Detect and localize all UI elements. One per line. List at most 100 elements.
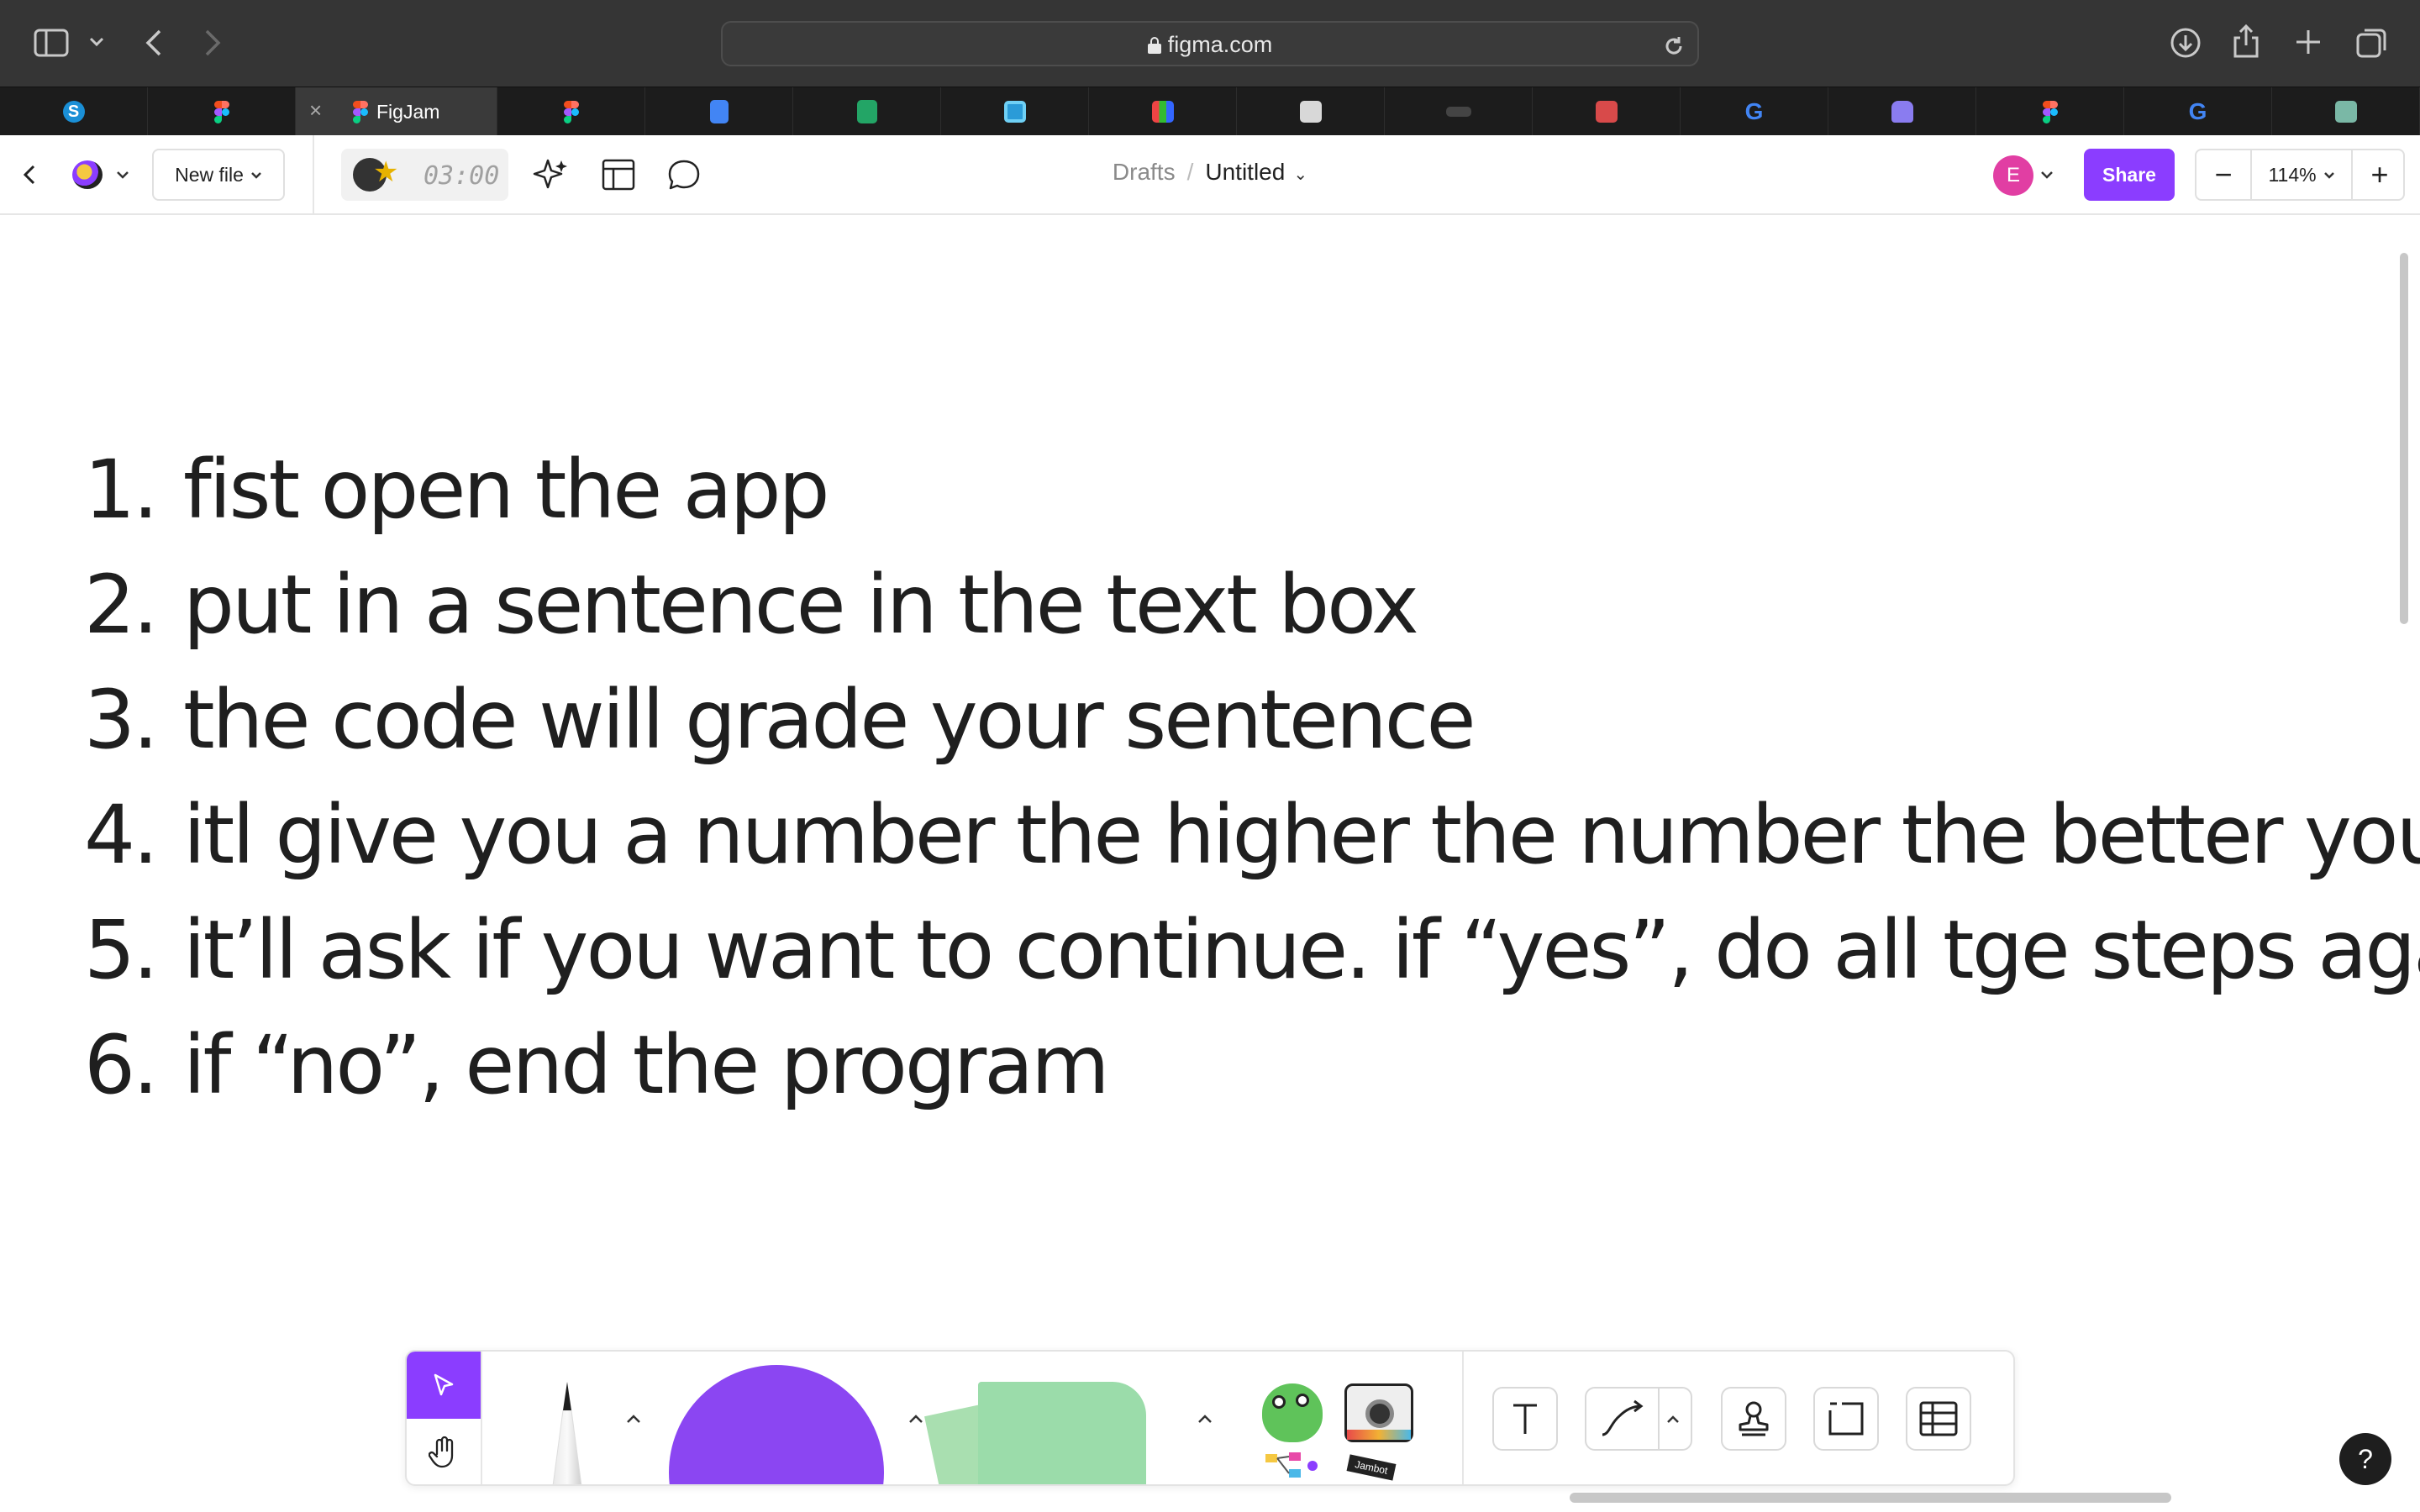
step-text: if “no”, end the program [183,1017,1110,1112]
list-item[interactable]: 4. itl give you a number the higher the n… [84,777,2420,892]
sticky-note-tool-button[interactable] [924,1368,1180,1484]
toolbar-divider [481,1352,482,1484]
step-text: itl give you a number the higher the num… [183,787,2420,882]
chevron-down-icon [2323,171,2334,179]
tab-google-1[interactable]: G [1681,87,1828,136]
camera-sticker-icon [1344,1383,1413,1442]
connector-tool-button[interactable] [1585,1387,1692,1451]
zoom-in-button[interactable]: + [2353,150,2407,199]
marker-icon [552,1382,582,1484]
sticky-note-icon [978,1382,1146,1484]
download-icon[interactable] [2170,27,2202,59]
stickers-tool-button[interactable]: Jambot [1255,1352,1457,1484]
tab-purple-app[interactable] [1828,87,1976,136]
back-icon[interactable] [22,164,37,186]
sidebar-toggle-icon[interactable] [34,29,69,57]
file-title[interactable]: Untitled [1205,159,1285,185]
breadcrumb-drafts[interactable]: Drafts [1113,159,1176,185]
forward-icon[interactable] [203,29,222,57]
section-tool-button[interactable] [1813,1387,1879,1451]
tab-pencil-app[interactable] [1237,87,1385,136]
step-number: 3. [84,672,159,767]
timer-value: 03:00 [424,161,500,191]
tab-red-app[interactable] [1533,87,1681,136]
whiteboard-canvas[interactable]: 1. fist open the app 2. put in a sentence … [0,215,2420,1512]
star-icon: ★ [373,156,399,188]
step-text: the code will grade your sentence [183,672,1476,767]
tab-google-2[interactable]: G [2124,87,2272,136]
tab-figma-1[interactable] [148,87,296,136]
tab-figjam[interactable]: × FigJam [296,87,497,136]
tab-dark-app[interactable] [1385,87,1533,136]
main-menu-button[interactable] [72,159,133,192]
zoom-level: 114% [2268,163,2317,186]
list-item[interactable]: 6. if “no”, end the program [84,1007,2420,1122]
timer-button[interactable]: ★ 03:00 [341,149,508,201]
tab-figma-3[interactable] [1976,87,2124,136]
zoom-out-button[interactable]: − [2196,150,2250,199]
list-item[interactable]: 5. it’ll ask if you want to continue. if … [84,892,2420,1007]
list-item[interactable]: 1. fist open the app [84,432,2420,547]
google-docs-icon [709,100,729,123]
chevron-down-icon[interactable] [89,37,104,47]
horizontal-scrollbar[interactable] [1570,1493,2171,1503]
close-icon[interactable]: × [309,99,322,121]
sticky-options-caret[interactable] [1188,1402,1222,1436]
red-app-icon [1595,101,1618,123]
steps-list[interactable]: 1. fist open the app 2. put in a sentence … [84,432,2420,1122]
chevron-up-icon [909,1415,923,1423]
tab-figma-2[interactable] [497,87,645,136]
tab-blue-app[interactable] [941,87,1089,136]
chevron-down-icon[interactable] [2040,171,2054,179]
share-sheet-icon[interactable] [2232,24,2260,59]
google-icon: G [1744,98,1764,124]
chevron-down-icon [117,171,129,179]
hand-tool-button[interactable] [407,1419,481,1484]
chevron-up-icon [1198,1415,1212,1423]
skype-icon: S [62,101,85,123]
back-icon[interactable] [145,29,163,57]
tab-chatgpt[interactable] [2272,87,2420,136]
zoom-level-dropdown[interactable]: 114% [2250,150,2353,199]
pencil-app-icon [1299,101,1322,123]
tab-grid-app[interactable] [1089,87,1237,136]
text-icon [1513,1404,1537,1434]
templates-icon[interactable] [602,159,635,191]
chevron-up-icon [627,1415,640,1423]
shape-tool-button[interactable] [669,1365,884,1484]
purple-app-icon [1891,101,1913,123]
avatar[interactable]: E [1993,155,2033,196]
share-button[interactable]: Share [2084,149,2175,201]
comment-icon[interactable] [667,159,701,191]
address-bar[interactable]: figma.com [721,21,1699,66]
figma-icon [213,100,229,123]
vertical-scrollbar[interactable] [2400,253,2408,624]
breadcrumb-separator: / [1186,159,1194,185]
new-file-button[interactable]: New file [152,149,285,201]
help-button[interactable]: ? [2339,1433,2391,1485]
text-tool-button[interactable] [1492,1387,1558,1451]
list-item[interactable]: 3. the code will grade your sentence [84,662,2420,777]
step-number: 6. [84,1017,159,1112]
marker-tool-button[interactable] [516,1382,617,1484]
tab-google-docs[interactable] [645,87,793,136]
step-number: 5. [84,902,159,997]
hand-icon [429,1436,454,1468]
dark-app-icon [1445,107,1471,117]
diagram-sticker-icon [1265,1452,1318,1478]
marker-options-caret[interactable] [617,1402,650,1436]
tab-overview-icon[interactable] [2356,27,2388,59]
new-tab-icon[interactable] [2295,29,2322,55]
ai-sparkle-icon[interactable] [533,157,570,194]
select-tool-button[interactable] [407,1352,481,1419]
tab-skype[interactable]: S [0,87,148,136]
stamp-tool-button[interactable] [1721,1387,1786,1451]
chevron-down-icon[interactable]: ⌄ [1293,165,1307,184]
figma-icon [2042,100,2058,123]
list-item[interactable]: 2. put in a sentence in the text box [84,547,2420,662]
table-tool-button[interactable] [1906,1387,1971,1451]
chatgpt-icon [2334,101,2357,123]
tab-google-sheets[interactable] [793,87,941,136]
tab-bar: S × FigJam G G [0,87,2420,136]
reload-icon[interactable] [1662,34,1686,58]
